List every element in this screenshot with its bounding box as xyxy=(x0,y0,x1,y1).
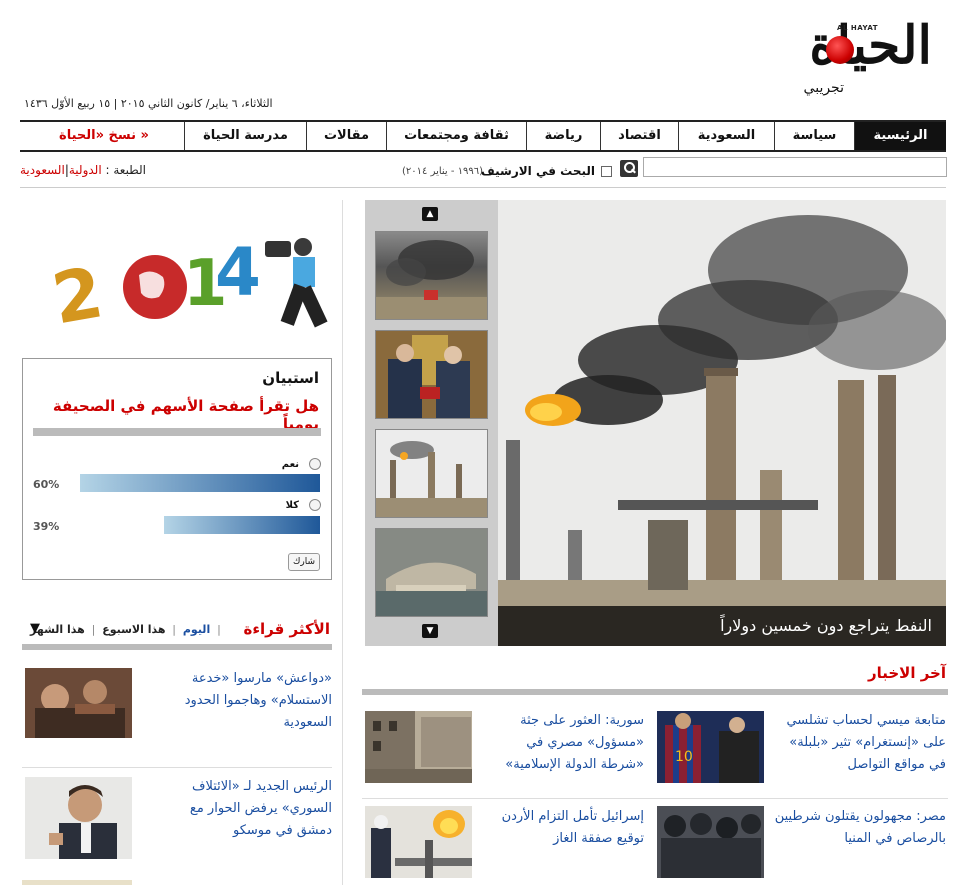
latest-news-item-2[interactable]: سورية: العثور على جثة «مسؤول» مصري في «ش… xyxy=(484,710,644,776)
latest-news-thumb-2[interactable] xyxy=(365,711,472,783)
header-divider xyxy=(20,187,946,188)
poll-option-yes-bar xyxy=(80,474,320,492)
edition-selector: الطبعة : الدولية|السعودية xyxy=(20,163,146,177)
chevron-down-icon[interactable]: ▼ xyxy=(422,624,438,638)
nav-item-editions[interactable]: نسخ «الحياة » xyxy=(24,122,184,150)
thumbnail-3[interactable] xyxy=(375,429,488,518)
year-2014-banner[interactable]: 2 1 4 xyxy=(46,225,335,341)
latest-news-item-4[interactable]: إسرائيل تأمل التزام الأردن توقيع صفقة ال… xyxy=(484,806,644,850)
thumbnail-strip: ▲ ▼ xyxy=(365,200,498,646)
thumbnail-4[interactable] xyxy=(375,528,488,617)
hero-image[interactable]: النفط يتراجع دون خمسين دولاراً xyxy=(498,200,946,646)
logo-subtitle: تجريبي xyxy=(803,80,844,96)
search-icon[interactable] xyxy=(620,160,638,177)
logo-en: AL HAYAT xyxy=(837,24,878,32)
poll-box: استبيان هل تقرأ صفحة الأسهم في الصحيفة ي… xyxy=(22,358,332,580)
most-read-separator xyxy=(22,767,332,768)
most-read-title: الأكثر قراءة xyxy=(243,620,330,638)
most-read-item-2[interactable]: الرئيس الجديد لـ «الائتلاف السوري» يرفض … xyxy=(162,776,332,842)
latest-news-item-1[interactable]: متابعة ميسي لحساب تشلسي على «إنستغرام» ت… xyxy=(786,710,946,776)
hero-caption[interactable]: النفط يتراجع دون خمسين دولاراً xyxy=(498,606,946,646)
poll-option-no-percent: 39% xyxy=(33,520,60,533)
nav-item-articles[interactable]: مقالات xyxy=(306,122,386,150)
nav-item-school[interactable]: مدرسة الحياة xyxy=(184,122,306,150)
nav-item-home[interactable]: الرئيسية xyxy=(854,122,946,150)
column-divider xyxy=(342,200,343,885)
latest-news-bar xyxy=(362,689,948,695)
svg-text:10: 10 xyxy=(675,749,693,765)
poll-title: استبيان xyxy=(262,369,319,387)
globe-icon xyxy=(826,36,854,64)
poll-option-no-bar xyxy=(164,516,320,534)
poll-option-yes-radio[interactable] xyxy=(309,458,321,470)
poll-option-no-label: كلا xyxy=(285,500,299,511)
svg-text:4: 4 xyxy=(215,234,261,311)
svg-text:2: 2 xyxy=(55,251,109,335)
tab-today[interactable]: اليوم xyxy=(183,623,210,636)
poll-option-no-radio[interactable] xyxy=(309,499,321,511)
refinery-picture xyxy=(498,200,946,646)
poll-divider xyxy=(33,428,321,436)
latest-news-thumb-3[interactable] xyxy=(657,806,764,878)
nav-item-saudi[interactable]: السعودية xyxy=(678,122,774,150)
edition-label: الطبعة : xyxy=(105,163,147,177)
nav-item-economy[interactable]: اقتصاد xyxy=(600,122,678,150)
most-read-item-1[interactable]: «دواعش» مارسوا «خدعة الاستسلام» وهاجموا … xyxy=(162,668,332,734)
poll-share-button[interactable]: شارك xyxy=(288,553,320,571)
dropdown-arrow-icon[interactable]: ▼ xyxy=(30,621,40,636)
archive-search-label: البحث في الارشيف xyxy=(480,164,595,178)
nav-item-sports[interactable]: رياضة xyxy=(526,122,600,150)
poll-option-yes-percent: 60% xyxy=(33,478,60,491)
site-logo[interactable]: الحياة AL HAYAT تجريبي xyxy=(772,14,932,104)
edition-saudi-link[interactable]: السعودية xyxy=(20,163,65,177)
thumbnail-1[interactable] xyxy=(375,231,488,320)
nav-item-culture[interactable]: ثقافة ومجتمعات xyxy=(386,122,526,150)
latest-news-title: آخر الاخبار xyxy=(867,664,946,682)
main-nav: الرئيسية سياسة السعودية اقتصاد رياضة ثقا… xyxy=(20,120,946,152)
latest-news-item-3[interactable]: مصر: مجهولون يقتلون شرطيين بالرصاص في ال… xyxy=(746,806,946,850)
archive-checkbox[interactable] xyxy=(601,166,612,177)
header-date: الثلاثاء، ٦ يناير/ كانون الثاني ٢٠١٥ | ١… xyxy=(24,97,273,110)
poll-option-yes-label: نعم xyxy=(281,459,299,470)
next-item-peek xyxy=(22,880,132,885)
thumbnail-2[interactable] xyxy=(375,330,488,419)
search-input[interactable] xyxy=(643,157,947,177)
edition-intl-link[interactable]: الدولية xyxy=(69,163,102,177)
archive-range: (١٩٩٦ - يناير ٢٠١٤) xyxy=(402,166,484,177)
latest-news-thumb-4[interactable] xyxy=(365,806,472,878)
chevron-up-icon[interactable]: ▲ xyxy=(422,207,438,221)
most-read-bar xyxy=(22,644,332,650)
nav-item-politics[interactable]: سياسة xyxy=(774,122,854,150)
most-read-thumb-1[interactable] xyxy=(25,668,132,738)
latest-news-separator xyxy=(362,798,948,799)
tab-week[interactable]: هذا الاسبوع xyxy=(102,623,165,636)
most-read-thumb-2[interactable] xyxy=(25,777,132,859)
latest-news-thumb-1[interactable]: 10 xyxy=(657,711,764,783)
most-read-tabs: | اليوم | هذا الاسبوع | هذا الشهر xyxy=(30,623,221,636)
